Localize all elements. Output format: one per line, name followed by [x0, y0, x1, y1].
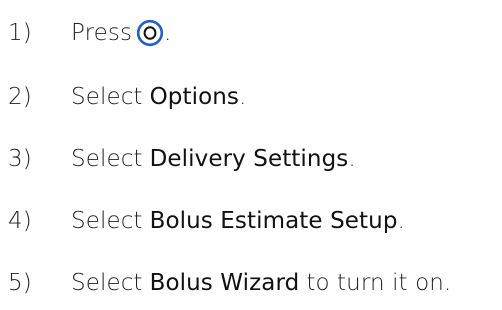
step-verb: Select	[71, 270, 143, 296]
menu-item-bolus-wizard: Bolus Wizard	[149, 270, 300, 296]
menu-item-bolus-estimate-setup: Bolus Estimate Setup	[149, 208, 398, 234]
step-verb: Select	[71, 84, 143, 110]
step-4: 4) Select Bolus Estimate Setup .	[8, 204, 405, 238]
step-5: 5) Select Bolus Wizard to turn it on.	[8, 266, 451, 300]
step-verb: Select	[71, 146, 143, 172]
step-punctuation: .	[397, 208, 405, 234]
select-button-icon	[136, 19, 164, 47]
step-verb: Press	[71, 20, 133, 46]
step-number: 1)	[8, 20, 32, 46]
step-number: 2)	[8, 84, 32, 110]
step-suffix: to turn it on.	[306, 270, 452, 296]
step-punctuation: .	[348, 146, 356, 172]
step-2: 2) Select Options .	[8, 80, 246, 114]
step-3: 3) Select Delivery Settings .	[8, 142, 356, 176]
step-verb: Select	[71, 208, 143, 234]
step-punctuation: .	[164, 20, 172, 46]
step-number: 3)	[8, 146, 32, 172]
step-number: 4)	[8, 208, 32, 234]
step-1: 1) Press .	[8, 16, 171, 50]
step-number: 5)	[8, 270, 32, 296]
instruction-list: 1) Press . 2) Select Options . 3) Select…	[8, 0, 502, 310]
menu-item-options: Options	[149, 84, 240, 110]
step-punctuation: .	[239, 84, 247, 110]
menu-item-delivery-settings: Delivery Settings	[149, 146, 349, 172]
